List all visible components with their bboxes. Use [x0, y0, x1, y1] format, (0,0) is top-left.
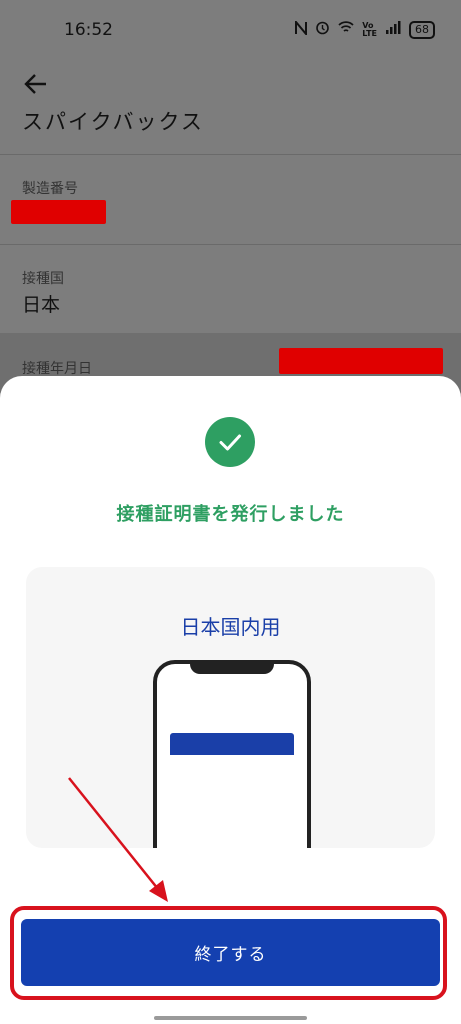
screen: 16:52 Vo LTE 68 スパイクバックス 製造番号 接種国 日本 接種年… — [0, 0, 461, 1024]
signal-icon — [385, 21, 401, 38]
back-arrow-icon[interactable] — [22, 70, 50, 98]
field-label-country: 接種国 — [22, 271, 64, 287]
check-icon — [205, 417, 255, 467]
card-label: 日本国内用 — [180, 615, 281, 639]
status-time: 16:52 — [64, 20, 113, 40]
redacted-date — [279, 348, 443, 374]
divider — [0, 244, 461, 245]
sheet-title: 接種証明書を発行しました — [116, 504, 345, 525]
finish-button[interactable]: 終了する — [21, 919, 440, 986]
wifi-icon — [338, 21, 354, 38]
status-icons: Vo LTE 68 — [295, 18, 435, 39]
battery-icon: 68 — [409, 20, 435, 39]
phone-notch — [190, 660, 274, 674]
field-value-country: 日本 — [22, 294, 61, 316]
volte-icon: Vo LTE — [362, 20, 377, 38]
phone-illustration-icon — [153, 660, 311, 848]
field-label-serial: 製造番号 — [22, 181, 78, 197]
status-bar: 16:52 Vo LTE 68 — [0, 0, 461, 60]
certificate-type-card: 日本国内用 — [26, 567, 435, 848]
redacted-serial — [11, 200, 106, 224]
alarm-icon — [315, 20, 330, 39]
background-partial-title: スパイクバックス — [22, 110, 204, 132]
bottom-sheet: 接種証明書を発行しました 日本国内用 終了する — [0, 376, 461, 1024]
field-label-date: 接種年月日 — [22, 361, 92, 377]
divider — [0, 154, 461, 155]
phone-screen-bar — [170, 733, 294, 755]
home-indicator[interactable] — [154, 1016, 307, 1020]
nfc-icon — [295, 18, 308, 39]
